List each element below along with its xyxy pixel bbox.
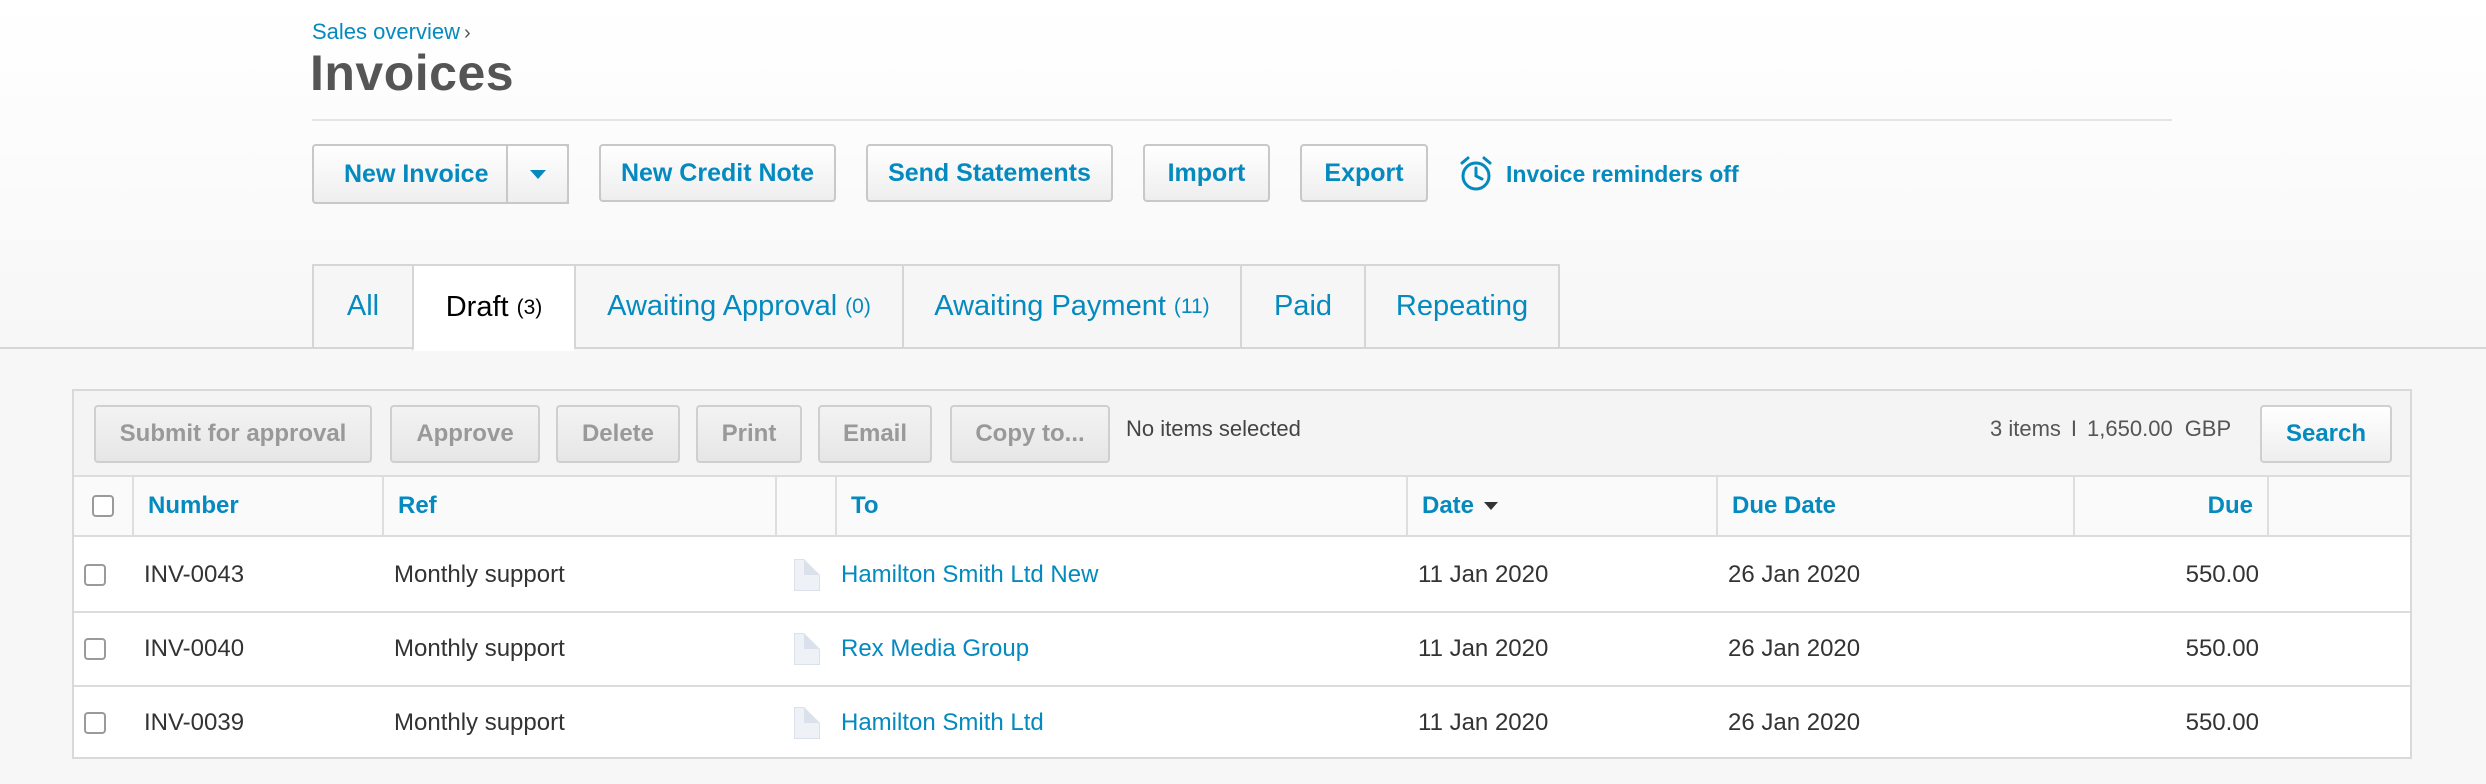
invoice-reminders-link[interactable]: Invoice reminders off bbox=[1458, 152, 1739, 196]
document-icon bbox=[794, 633, 820, 665]
invoice-ref: Monthly support bbox=[394, 635, 565, 662]
tab-awaiting-payment[interactable]: Awaiting Payment (11) bbox=[902, 264, 1240, 349]
tab-paid[interactable]: Paid bbox=[1240, 264, 1364, 349]
column-header-spacer bbox=[2269, 477, 2410, 535]
attachment-cell bbox=[777, 539, 837, 611]
row-checkbox[interactable] bbox=[84, 564, 106, 586]
row-checkbox[interactable] bbox=[84, 638, 106, 660]
tab-repeating[interactable]: Repeating bbox=[1364, 264, 1560, 349]
select-all-checkbox[interactable] bbox=[92, 495, 114, 517]
table-header: Number Ref To Date Due Date Due bbox=[74, 477, 2410, 537]
tab-awaiting-payment-count: (11) bbox=[1173, 294, 1210, 318]
copy-to-button[interactable]: Copy to... bbox=[950, 405, 1110, 463]
items-summary: 3 items I 1,650.00 GBP bbox=[1990, 416, 2231, 442]
tab-all[interactable]: All bbox=[312, 264, 412, 349]
row-select-cell bbox=[74, 687, 134, 759]
column-header-due-date[interactable]: Due Date bbox=[1718, 477, 2075, 535]
title-divider bbox=[312, 119, 2172, 121]
tab-draft-count: (3) bbox=[516, 295, 543, 319]
row-select-cell bbox=[74, 613, 134, 685]
column-header-due-label: Due bbox=[2207, 492, 2253, 519]
column-header-ref-label: Ref bbox=[398, 492, 437, 519]
tab-awaiting-approval-label: Awaiting Approval bbox=[607, 290, 838, 322]
approve-button[interactable]: Approve bbox=[390, 405, 540, 463]
invoice-due-date: 26 Jan 2020 bbox=[1728, 561, 1861, 588]
items-total: 1,650.00 bbox=[2087, 416, 2173, 441]
invoice-number: INV-0043 bbox=[144, 561, 245, 588]
print-button[interactable]: Print bbox=[696, 405, 802, 463]
invoices-panel: Submit for approval Approve Delete Print… bbox=[72, 389, 2412, 759]
invoice-date: 11 Jan 2020 bbox=[1418, 635, 1549, 662]
submit-for-approval-button[interactable]: Submit for approval bbox=[94, 405, 372, 463]
invoice-amount-due: 550.00 bbox=[2185, 709, 2259, 736]
breadcrumb-link-sales-overview[interactable]: Sales overview bbox=[312, 19, 460, 44]
column-header-ref[interactable]: Ref bbox=[384, 477, 777, 535]
email-button[interactable]: Email bbox=[818, 405, 932, 463]
tab-repeating-label: Repeating bbox=[1395, 290, 1529, 322]
delete-button[interactable]: Delete bbox=[556, 405, 680, 463]
chevron-down-icon bbox=[529, 169, 546, 179]
invoice-number: INV-0040 bbox=[144, 635, 245, 662]
currency-code: GBP bbox=[2184, 416, 2232, 441]
invoice-amount-due: 550.00 bbox=[2185, 635, 2259, 662]
table-row[interactable]: INV-0043 Monthly support Hamilton Smith … bbox=[74, 539, 2410, 613]
invoice-reminders-label: Invoice reminders off bbox=[1506, 160, 1739, 187]
new-invoice-label: New Invoice bbox=[344, 159, 489, 188]
breadcrumb-separator: › bbox=[463, 22, 471, 44]
column-header-attachment bbox=[777, 477, 837, 535]
send-statements-button[interactable]: Send Statements bbox=[866, 144, 1113, 202]
page-title: Invoices bbox=[310, 45, 515, 101]
breadcrumb[interactable]: Sales overview › bbox=[312, 19, 471, 45]
attachment-cell bbox=[777, 687, 837, 759]
import-button[interactable]: Import bbox=[1143, 144, 1270, 202]
select-all-cell bbox=[74, 477, 134, 535]
status-tabs: All Draft (3) Awaiting Approval (0) Awaiti… bbox=[312, 264, 1560, 351]
new-credit-note-button[interactable]: New Credit Note bbox=[599, 144, 836, 202]
tab-awaiting-payment-label: Awaiting Payment bbox=[934, 290, 1166, 322]
invoice-ref: Monthly support bbox=[394, 709, 565, 736]
column-header-number-label: Number bbox=[148, 492, 239, 519]
invoice-date: 11 Jan 2020 bbox=[1418, 561, 1549, 588]
document-icon bbox=[794, 559, 820, 591]
invoice-contact-link[interactable]: Rex Media Group bbox=[837, 613, 1029, 685]
invoice-amount-due: 550.00 bbox=[2185, 561, 2259, 588]
summary-separator: I bbox=[2070, 416, 2078, 441]
export-button[interactable]: Export bbox=[1300, 144, 1428, 202]
sort-descending-icon bbox=[1484, 502, 1499, 510]
tab-awaiting-approval-count: (0) bbox=[845, 294, 871, 318]
column-header-to-label: To bbox=[851, 492, 879, 519]
row-select-cell bbox=[74, 539, 134, 611]
tab-paid-label: Paid bbox=[1273, 290, 1333, 322]
column-header-number[interactable]: Number bbox=[134, 477, 384, 535]
table-row[interactable]: INV-0039 Monthly support Hamilton Smith … bbox=[74, 687, 2410, 761]
column-header-to[interactable]: To bbox=[837, 477, 1408, 535]
invoice-contact-link[interactable]: Hamilton Smith Ltd New bbox=[837, 539, 1098, 611]
search-button[interactable]: Search bbox=[2260, 405, 2392, 463]
attachment-cell bbox=[777, 613, 837, 685]
column-header-date[interactable]: Date bbox=[1408, 477, 1718, 535]
column-header-due-date-label: Due Date bbox=[1732, 492, 1837, 519]
invoice-due-date: 26 Jan 2020 bbox=[1728, 709, 1861, 736]
new-invoice-dropdown-button[interactable] bbox=[506, 144, 569, 204]
tab-all-label: All bbox=[346, 290, 380, 322]
invoice-date: 11 Jan 2020 bbox=[1418, 709, 1549, 736]
invoice-ref: Monthly support bbox=[394, 561, 565, 588]
tab-draft-label: Draft bbox=[445, 291, 509, 323]
items-count: 3 items bbox=[1990, 416, 2061, 441]
alarm-clock-icon bbox=[1460, 156, 1492, 191]
invoice-contact-link[interactable]: Hamilton Smith Ltd bbox=[837, 687, 1044, 759]
selection-status: No items selected bbox=[1126, 416, 1301, 441]
tab-awaiting-approval[interactable]: Awaiting Approval (0) bbox=[574, 264, 902, 349]
table-row[interactable]: INV-0040 Monthly support Rex Media Group… bbox=[74, 613, 2410, 687]
invoice-due-date: 26 Jan 2020 bbox=[1728, 635, 1861, 662]
column-header-date-label: Date bbox=[1422, 492, 1475, 519]
row-checkbox[interactable] bbox=[84, 712, 106, 734]
column-header-due[interactable]: Due bbox=[2075, 477, 2269, 535]
invoice-number: INV-0039 bbox=[144, 709, 245, 736]
bulk-action-bar: Submit for approval Approve Delete Print… bbox=[74, 391, 2410, 477]
tab-draft[interactable]: Draft (3) bbox=[412, 264, 574, 351]
document-icon bbox=[794, 707, 820, 739]
